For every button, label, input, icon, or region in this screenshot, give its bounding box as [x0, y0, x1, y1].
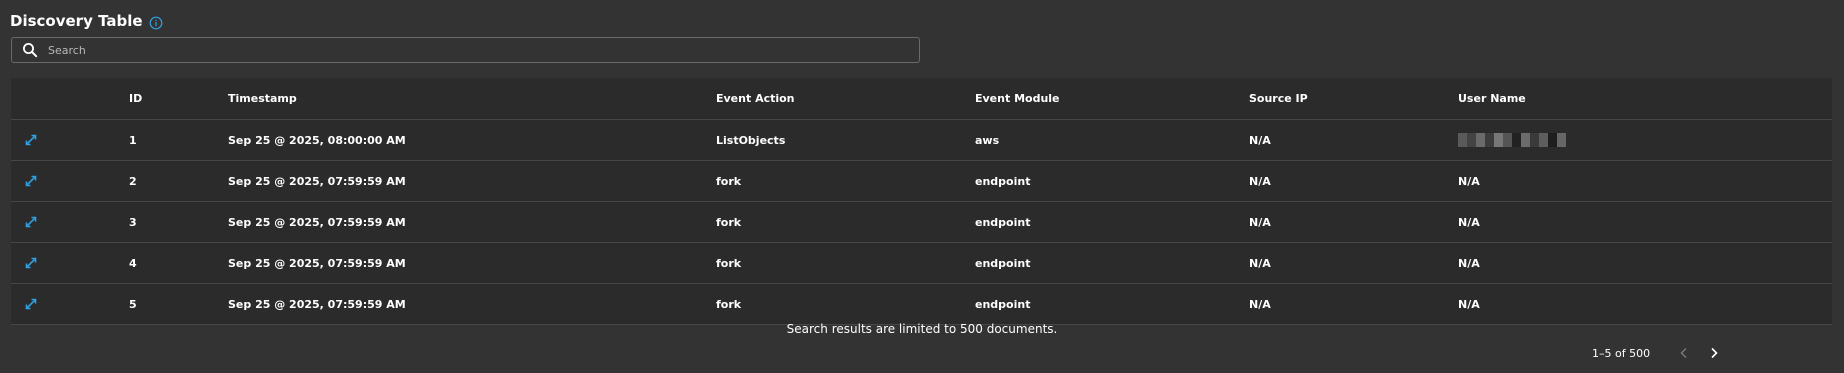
cell-source-ip: N/A	[1249, 174, 1271, 188]
column-header-id: ID	[129, 92, 143, 105]
table-header-row: ID Timestamp Event Action Event Module S…	[11, 78, 1832, 120]
table-row: 3 Sep 25 @ 2025, 07:59:59 AM fork endpoi…	[11, 202, 1832, 243]
cell-timestamp: Sep 25 @ 2025, 07:59:59 AM	[228, 215, 406, 229]
cell-event-action: fork	[716, 297, 742, 311]
chevron-right-icon	[1711, 347, 1718, 359]
cell-source-ip: N/A	[1249, 256, 1271, 270]
cell-user-name: N/A	[1458, 297, 1480, 311]
expand-icon[interactable]	[24, 256, 38, 270]
expand-icon[interactable]	[24, 133, 38, 147]
expand-row-button[interactable]	[24, 161, 38, 201]
table-row: 1 Sep 25 @ 2025, 08:00:00 AM ListObjects…	[11, 120, 1832, 161]
results-limit-message: Search results are limited to 500 docume…	[786, 322, 1058, 336]
discovery-table: ID Timestamp Event Action Event Module S…	[11, 78, 1832, 325]
cell-event-module: endpoint	[975, 215, 1031, 229]
cell-id: 1	[129, 133, 137, 147]
column-header-event-action: Event Action	[716, 92, 795, 105]
expand-icon[interactable]	[24, 174, 38, 188]
cell-source-ip: N/A	[1249, 297, 1271, 311]
cell-event-module: endpoint	[975, 297, 1031, 311]
cell-id: 3	[129, 215, 137, 229]
cell-user-name: N/A	[1458, 256, 1480, 270]
search-box[interactable]	[11, 37, 920, 63]
cell-event-action: fork	[716, 256, 742, 270]
discovery-table-panel: Discovery Table ID Timestamp Event Actio…	[0, 0, 1844, 373]
cell-event-module: endpoint	[975, 174, 1031, 188]
cell-event-action: ListObjects	[716, 133, 786, 147]
cell-timestamp: Sep 25 @ 2025, 07:59:59 AM	[228, 297, 406, 311]
expand-row-button[interactable]	[24, 120, 38, 160]
table-row: 2 Sep 25 @ 2025, 07:59:59 AM fork endpoi…	[11, 161, 1832, 202]
redacted-pixelation	[1458, 133, 1566, 147]
cell-timestamp: Sep 25 @ 2025, 08:00:00 AM	[228, 133, 406, 147]
expand-row-button[interactable]	[24, 202, 38, 242]
column-header-timestamp: Timestamp	[228, 92, 297, 105]
cell-id: 5	[129, 297, 137, 311]
page-title: Discovery Table	[10, 12, 143, 30]
expand-row-button[interactable]	[24, 284, 38, 324]
title-row: Discovery Table	[10, 12, 163, 30]
expand-icon[interactable]	[24, 297, 38, 311]
expand-icon[interactable]	[24, 215, 38, 229]
cell-source-ip: N/A	[1249, 215, 1271, 229]
cell-event-module: aws	[975, 133, 1000, 147]
info-icon[interactable]	[149, 16, 163, 30]
column-header-user-name: User Name	[1458, 92, 1526, 105]
table-row: 4 Sep 25 @ 2025, 07:59:59 AM fork endpoi…	[11, 243, 1832, 284]
cell-event-action: fork	[716, 174, 742, 188]
cell-timestamp: Sep 25 @ 2025, 07:59:59 AM	[228, 256, 406, 270]
cell-event-action: fork	[716, 215, 742, 229]
column-header-event-module: Event Module	[975, 92, 1060, 105]
search-input[interactable]	[46, 42, 910, 58]
pagination: 1–5 of 500	[1592, 345, 1722, 361]
search-icon	[22, 42, 38, 58]
pagination-range: 1–5 of 500	[1592, 346, 1651, 360]
expand-row-button[interactable]	[24, 243, 38, 283]
cell-timestamp: Sep 25 @ 2025, 07:59:59 AM	[228, 174, 406, 188]
cell-event-module: endpoint	[975, 256, 1031, 270]
chevron-left-icon	[1680, 348, 1687, 358]
previous-page-button[interactable]	[1676, 345, 1692, 361]
cell-user-name: N/A	[1458, 174, 1480, 188]
table-row: 5 Sep 25 @ 2025, 07:59:59 AM fork endpoi…	[11, 284, 1832, 325]
column-header-source-ip: Source IP	[1249, 92, 1308, 105]
cell-id: 2	[129, 174, 137, 188]
cell-user-name-redacted	[1458, 120, 1566, 160]
cell-user-name: N/A	[1458, 215, 1480, 229]
next-page-button[interactable]	[1706, 345, 1722, 361]
cell-id: 4	[129, 256, 137, 270]
cell-source-ip: N/A	[1249, 133, 1271, 147]
